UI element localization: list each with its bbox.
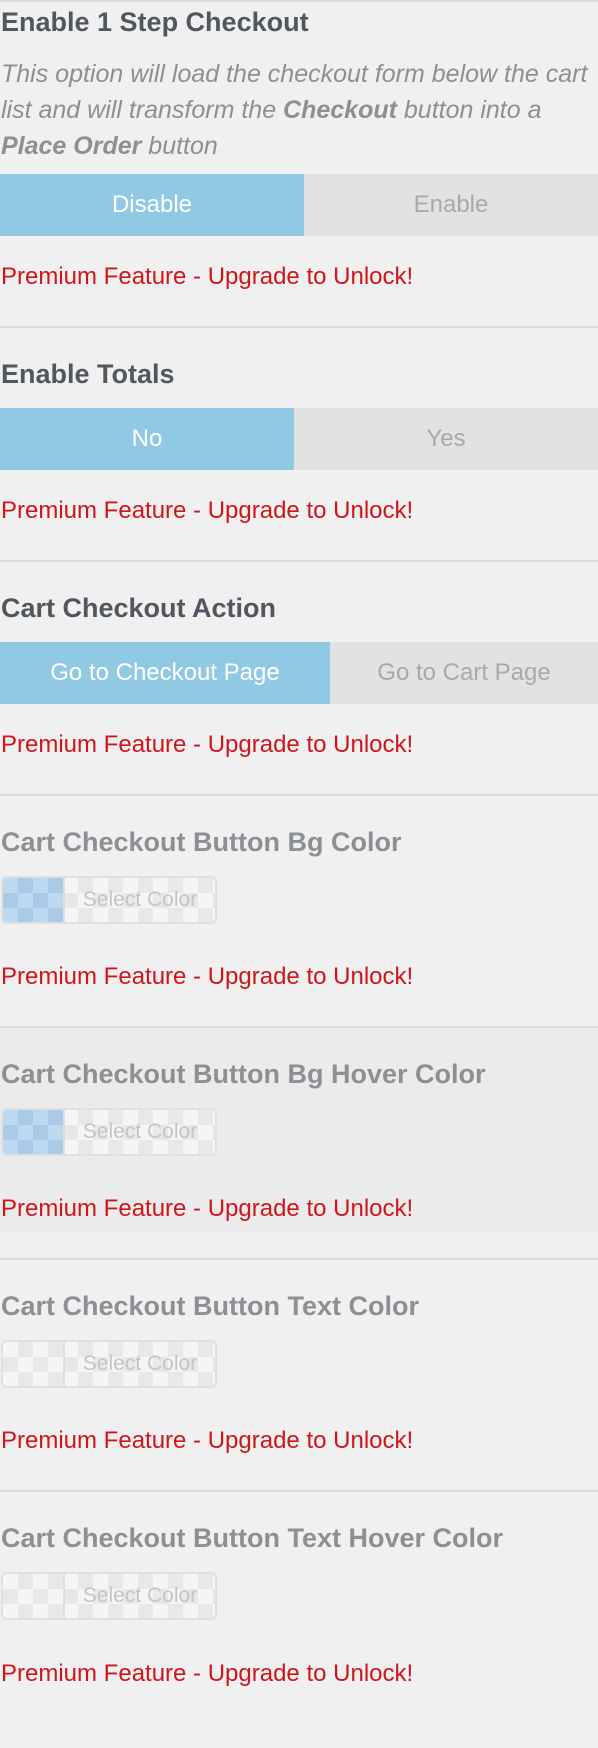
go-to-checkout-page-button[interactable]: Go to Checkout Page xyxy=(0,642,330,704)
divider xyxy=(0,794,598,796)
premium-notice: Premium Feature - Upgrade to Unlock! xyxy=(1,731,414,758)
divider xyxy=(0,1258,598,1260)
premium-notice: Premium Feature - Upgrade to Unlock! xyxy=(1,497,414,524)
setting-title-text-hover-color: Cart Checkout Button Text Hover Color xyxy=(1,1523,504,1553)
premium-notice: Premium Feature - Upgrade to Unlock! xyxy=(1,263,414,290)
premium-notice: Premium Feature - Upgrade to Unlock! xyxy=(1,1660,414,1687)
setting-title-enable-totals: Enable Totals xyxy=(1,359,175,389)
setting-title-bg-hover-color: Cart Checkout Button Bg Hover Color xyxy=(1,1059,486,1089)
color-swatch xyxy=(3,1342,65,1386)
premium-notice: Premium Feature - Upgrade to Unlock! xyxy=(1,963,414,990)
color-swatch xyxy=(3,878,65,922)
select-color-label: Select Color xyxy=(82,888,198,911)
divider xyxy=(0,560,598,562)
select-color-label: Select Color xyxy=(82,1584,198,1607)
text-color-picker[interactable]: Select Color xyxy=(1,1340,217,1388)
disable-option-button[interactable]: Disable xyxy=(0,174,304,236)
description-bold-checkout: Checkout xyxy=(283,96,397,124)
bg-color-picker[interactable]: Select Color xyxy=(1,876,217,924)
divider xyxy=(0,0,598,2)
description-bold-place-order: Place Order xyxy=(1,132,142,160)
description-text: button into a xyxy=(396,96,542,124)
setting-title-text-color: Cart Checkout Button Text Color xyxy=(1,1291,419,1321)
color-swatch xyxy=(3,1574,65,1618)
enable-option-button[interactable]: Enable xyxy=(304,174,598,236)
divider xyxy=(0,326,598,328)
setting-title-one-step-checkout: Enable 1 Step Checkout xyxy=(1,7,309,37)
select-color-label: Select Color xyxy=(82,1120,198,1143)
setting-description: This option will load the checkout form … xyxy=(1,56,597,164)
bg-hover-color-picker[interactable]: Select Color xyxy=(1,1108,217,1156)
text-hover-color-picker[interactable]: Select Color xyxy=(1,1572,217,1620)
select-color-label: Select Color xyxy=(82,1352,198,1375)
no-option-button[interactable]: No xyxy=(0,408,294,470)
setting-title-bg-color: Cart Checkout Button Bg Color xyxy=(1,827,402,857)
setting-title-cart-checkout-action: Cart Checkout Action xyxy=(1,593,277,623)
color-swatch xyxy=(3,1110,65,1154)
divider xyxy=(0,1490,598,1492)
enable-totals-toggle: No Yes xyxy=(0,408,598,470)
yes-option-button[interactable]: Yes xyxy=(294,408,598,470)
description-text: button xyxy=(141,132,218,160)
premium-notice: Premium Feature - Upgrade to Unlock! xyxy=(1,1195,414,1222)
go-to-cart-page-button[interactable]: Go to Cart Page xyxy=(330,642,598,704)
settings-panel: Enable 1 Step Checkout This option will … xyxy=(0,0,598,1748)
premium-notice: Premium Feature - Upgrade to Unlock! xyxy=(1,1427,414,1454)
cart-checkout-action-toggle: Go to Checkout Page Go to Cart Page xyxy=(0,642,598,704)
one-step-checkout-toggle: Disable Enable xyxy=(0,174,598,236)
